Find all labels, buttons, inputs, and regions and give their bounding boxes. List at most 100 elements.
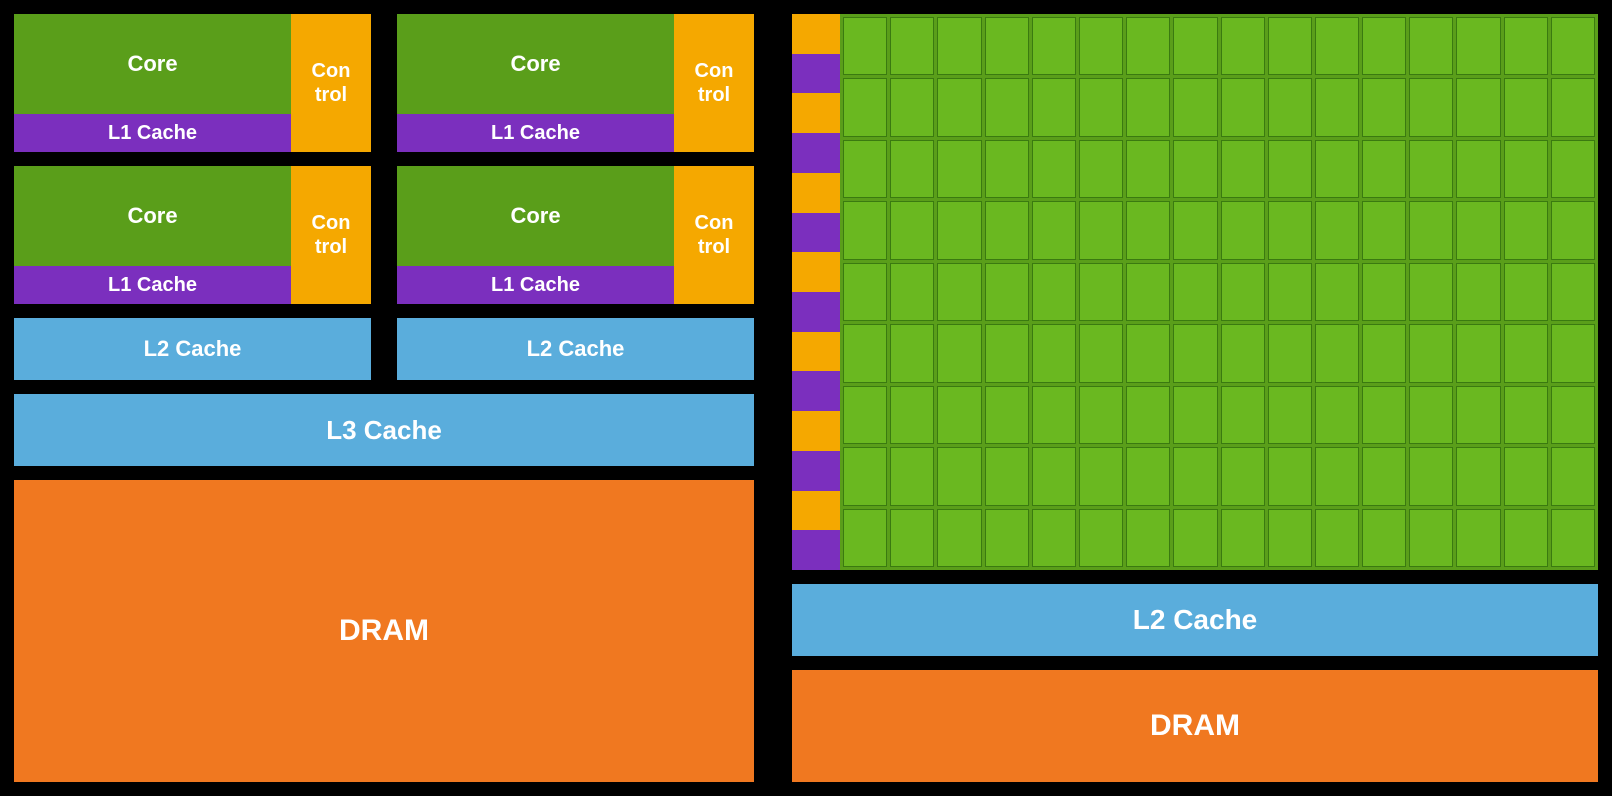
gpu-cell xyxy=(1079,140,1123,198)
gpu-cell xyxy=(1551,140,1595,198)
core-row-2: Core L1 Cache Control Core L1 Cache xyxy=(10,162,758,308)
gpu-cell xyxy=(1221,263,1265,321)
gpu-cell xyxy=(1268,78,1312,136)
gpu-cell xyxy=(1456,17,1500,75)
gpu-cell xyxy=(1409,78,1453,136)
l1-cache-4: L1 Cache xyxy=(397,266,674,304)
gpu-cell xyxy=(1079,201,1123,259)
stripe-purple-7 xyxy=(792,530,840,570)
gpu-cell xyxy=(1362,140,1406,198)
gpu-cell xyxy=(1456,78,1500,136)
gpu-cell xyxy=(1173,263,1217,321)
l1-cache-3: L1 Cache xyxy=(14,266,291,304)
core-2: Core xyxy=(397,14,674,114)
gpu-cell xyxy=(1504,201,1548,259)
gpu-cell xyxy=(1032,386,1076,444)
gpu-cell xyxy=(1126,386,1170,444)
gpu-cell xyxy=(985,324,1029,382)
gpu-cell xyxy=(937,509,981,567)
stripe-purple-3 xyxy=(792,213,840,253)
gpu-cell xyxy=(1032,17,1076,75)
stripe-gold-7 xyxy=(792,491,840,531)
gpu-cell xyxy=(1409,509,1453,567)
gpu-cell xyxy=(890,324,934,382)
gpu-cell xyxy=(843,140,887,198)
gpu-cell xyxy=(1315,140,1359,198)
gpu-cell xyxy=(1456,447,1500,505)
gpu-cell xyxy=(1079,324,1123,382)
stripe-gold-2 xyxy=(792,93,840,133)
gpu-cell xyxy=(1362,509,1406,567)
main-container: Core L1 Cache Control Core L1 Cache xyxy=(0,0,1612,796)
gpu-cell xyxy=(985,140,1029,198)
gpu-cell xyxy=(1504,17,1548,75)
gpu-cell xyxy=(1362,386,1406,444)
gpu-cell xyxy=(843,324,887,382)
gpu-cell xyxy=(1362,263,1406,321)
gpu-cell xyxy=(1126,263,1170,321)
gpu-cell xyxy=(1551,386,1595,444)
gpu-cell xyxy=(985,263,1029,321)
gpu-cell xyxy=(1315,201,1359,259)
gpu-cell xyxy=(1079,509,1123,567)
gpu-cell xyxy=(1362,447,1406,505)
gpu-cell xyxy=(1032,324,1076,382)
gpu-cell xyxy=(1221,140,1265,198)
gpu-cell xyxy=(1268,263,1312,321)
gpu-cell xyxy=(1409,263,1453,321)
gpu-cell xyxy=(843,263,887,321)
gpu-cell xyxy=(1173,324,1217,382)
gpu-cell xyxy=(937,263,981,321)
gpu-cell xyxy=(1504,447,1548,505)
core-block-3: Core L1 Cache xyxy=(14,166,291,304)
gpu-cell xyxy=(1362,324,1406,382)
gpu-cell xyxy=(1504,78,1548,136)
gpu-cell xyxy=(890,509,934,567)
gpu-cell xyxy=(1409,386,1453,444)
gpu-cell xyxy=(890,447,934,505)
gpu-cell xyxy=(1362,17,1406,75)
gpu-cell xyxy=(843,78,887,136)
gpu-cell xyxy=(985,447,1029,505)
gpu-cell xyxy=(1456,263,1500,321)
gpu-cell xyxy=(1551,263,1595,321)
gpu-cell xyxy=(890,386,934,444)
gpu-cell xyxy=(1079,263,1123,321)
gpu-cell xyxy=(1173,17,1217,75)
stripe-gold-1 xyxy=(792,14,840,54)
diagram-separator xyxy=(770,10,776,786)
gpu-cell xyxy=(1456,324,1500,382)
gpu-cell xyxy=(1221,324,1265,382)
gpu-cell xyxy=(1268,17,1312,75)
gpu-cell xyxy=(1268,324,1312,382)
stripe-purple-2 xyxy=(792,133,840,173)
control-4: Control xyxy=(674,166,754,304)
gpu-cell xyxy=(1504,140,1548,198)
gpu-cell xyxy=(890,263,934,321)
gpu-cell xyxy=(1221,78,1265,136)
gpu-cell xyxy=(937,17,981,75)
gpu-cell xyxy=(1315,324,1359,382)
gpu-cell xyxy=(1126,324,1170,382)
gpu-cell xyxy=(1268,509,1312,567)
l1-cache-2: L1 Cache xyxy=(397,114,674,152)
gpu-cell xyxy=(1551,17,1595,75)
gpu-cell xyxy=(1173,509,1217,567)
control-2: Control xyxy=(674,14,754,152)
gpu-cell xyxy=(1079,386,1123,444)
gpu-cell xyxy=(843,447,887,505)
core-row-1: Core L1 Cache Control Core L1 Cache xyxy=(10,10,758,156)
gpu-cell xyxy=(1268,447,1312,505)
gpu-cell xyxy=(1126,201,1170,259)
gpu-cell xyxy=(1551,324,1595,382)
gpu-cell xyxy=(1409,324,1453,382)
l1-cache-1: L1 Cache xyxy=(14,114,291,152)
l2-cache-1: L2 Cache xyxy=(10,314,375,384)
gpu-cell xyxy=(985,201,1029,259)
gpu-cell xyxy=(890,140,934,198)
gpu-cell xyxy=(1221,509,1265,567)
gpu-cell xyxy=(1173,201,1217,259)
gpu-cell xyxy=(1032,263,1076,321)
gpu-cell xyxy=(843,201,887,259)
gpu-cell xyxy=(985,17,1029,75)
